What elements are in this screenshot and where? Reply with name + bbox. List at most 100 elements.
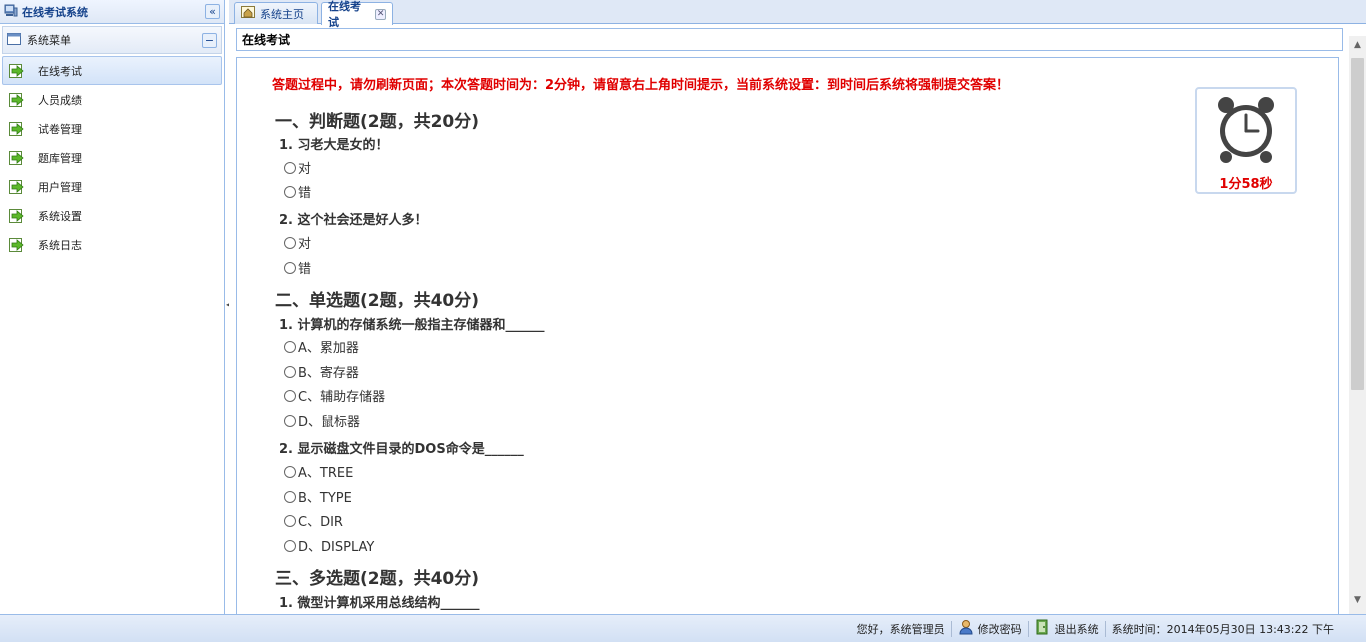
- divider: [950, 620, 952, 637]
- arrow-right-icon: [9, 92, 25, 107]
- question-text: 1. 计算机的存储系统一般指主存储器和______: [279, 318, 545, 333]
- answer-option[interactable]: B、TYPE: [284, 487, 352, 506]
- user-icon: [958, 619, 974, 638]
- exam-notice: 答题过程中，请勿刷新页面；本次答题时间为：2分钟，请留意右上角时间提示，当前系统…: [272, 78, 1010, 93]
- option-label: D、鼠标器: [298, 415, 361, 430]
- app-header: 在线考试系统 «: [0, 0, 224, 24]
- option-label: 对: [298, 162, 312, 177]
- question-text: 2. 显示磁盘文件目录的DOS命令是______: [279, 442, 524, 457]
- sidebar-item-label: 系统设置: [38, 209, 82, 223]
- arrow-right-icon: [9, 208, 25, 223]
- main-area: 系统主页 在线考试 ✕ 在线考试 答题过程中，请勿刷新页面；本次答题时间为：2分…: [229, 0, 1366, 614]
- double-chevron-left-icon: «: [209, 5, 216, 18]
- arrow-right-icon: [9, 237, 25, 252]
- system-time-label: 系统时间：: [1111, 622, 1167, 636]
- question-text: 2. 这个社会还是好人多！: [279, 213, 428, 228]
- timer-remaining: 1分58秒: [1219, 177, 1273, 192]
- sidebar: 在线考试系统 « 系统菜单 − 在线考试 人员成绩 试卷管理 题库管理 用户管理…: [0, 0, 225, 614]
- sidebar-item-system-log[interactable]: 系统日志: [2, 230, 222, 259]
- section-title: 二、单选题(2题，共40分): [275, 291, 480, 311]
- question-text: 1. 习老大是女的！: [279, 138, 389, 153]
- sidebar-menu: 在线考试 人员成绩 试卷管理 题库管理 用户管理 系统设置 系统日志: [0, 54, 224, 259]
- radio-button[interactable]: [284, 465, 296, 478]
- status-bar: 您好，系统管理员 修改密码 退出系统 系统时间： 2014年05月30日 13:…: [0, 614, 1366, 642]
- sidebar-item-label: 人员成绩: [38, 93, 82, 107]
- arrow-right-icon: [9, 150, 25, 165]
- option-label: B、TYPE: [298, 491, 352, 506]
- option-label: 错: [298, 186, 312, 201]
- app-logo-icon: [4, 3, 18, 20]
- option-label: 错: [298, 262, 312, 277]
- answer-option[interactable]: 错: [284, 258, 311, 277]
- sidebar-item-label: 在线考试: [38, 64, 82, 78]
- menu-panel-header[interactable]: 系统菜单 −: [2, 26, 222, 54]
- sidebar-item-label: 试卷管理: [38, 122, 82, 136]
- arrow-right-icon: [9, 121, 25, 136]
- exam-content: 答题过程中，请勿刷新页面；本次答题时间为：2分钟，请留意右上角时间提示，当前系统…: [236, 57, 1339, 614]
- radio-button[interactable]: [284, 389, 296, 402]
- option-label: B、寄存器: [298, 366, 359, 381]
- radio-button[interactable]: [284, 236, 296, 249]
- countdown-timer: 1分58秒: [1195, 87, 1297, 194]
- app-title: 在线考试系统: [22, 5, 88, 19]
- radio-button[interactable]: [284, 185, 296, 198]
- arrow-right-icon: [9, 179, 25, 194]
- scroll-down-icon[interactable]: ▼: [1349, 591, 1366, 608]
- sidebar-item-paper-management[interactable]: 试卷管理: [2, 114, 222, 143]
- collapse-menu-button[interactable]: −: [202, 32, 217, 48]
- radio-button[interactable]: [284, 161, 296, 174]
- tab-online-exam[interactable]: 在线考试 ✕: [321, 0, 393, 29]
- greeting-text: 您好，系统管理员: [856, 622, 945, 636]
- answer-option[interactable]: D、鼠标器: [284, 411, 360, 430]
- section-title: 三、多选题(2题，共40分): [275, 569, 480, 589]
- question-text: 1. 微型计算机采用总线结构______: [279, 596, 480, 611]
- alarm-clock-icon: [1214, 95, 1278, 168]
- minus-icon: −: [204, 33, 215, 47]
- system-time: 系统时间： 2014年05月30日 13:43:22 下午: [1112, 621, 1334, 637]
- divider: [1027, 620, 1029, 637]
- home-icon: [241, 6, 255, 21]
- close-tab-button[interactable]: ✕: [375, 8, 386, 20]
- radio-button[interactable]: [284, 514, 296, 527]
- logout-label: 退出系统: [1054, 622, 1099, 636]
- panel-title: 在线考试: [236, 28, 1343, 51]
- sidebar-item-system-settings[interactable]: 系统设置: [2, 201, 222, 230]
- tab-label: 在线考试: [328, 0, 361, 29]
- tab-home[interactable]: 系统主页: [234, 2, 318, 24]
- radio-button[interactable]: [284, 414, 296, 427]
- sidebar-item-online-exam[interactable]: 在线考试: [2, 56, 222, 85]
- close-icon: ✕: [376, 9, 385, 19]
- sidebar-item-label: 题库管理: [38, 151, 82, 165]
- answer-option[interactable]: 对: [284, 233, 311, 252]
- vertical-scrollbar[interactable]: ▲ ▼: [1349, 36, 1366, 614]
- sidebar-item-scores[interactable]: 人员成绩: [2, 85, 222, 114]
- option-label: 对: [298, 237, 312, 252]
- answer-option[interactable]: 错: [284, 182, 311, 201]
- scroll-up-icon[interactable]: ▲: [1349, 36, 1366, 53]
- answer-option[interactable]: C、DIR: [284, 511, 343, 530]
- radio-button[interactable]: [284, 365, 296, 378]
- answer-option[interactable]: D、DISPLAY: [284, 536, 374, 555]
- radio-button[interactable]: [284, 539, 296, 552]
- menu-panel-title: 系统菜单: [27, 34, 71, 47]
- tab-label: 系统主页: [260, 7, 304, 21]
- answer-option[interactable]: A、累加器: [284, 337, 359, 356]
- answer-option[interactable]: C、辅助存储器: [284, 386, 385, 405]
- answer-option[interactable]: B、寄存器: [284, 362, 359, 381]
- radio-button[interactable]: [284, 261, 296, 274]
- answer-option[interactable]: 对: [284, 158, 311, 177]
- scrollbar-thumb[interactable]: [1351, 58, 1364, 390]
- collapse-sidebar-button[interactable]: «: [205, 4, 220, 19]
- radio-button[interactable]: [284, 490, 296, 503]
- option-label: A、TREE: [298, 466, 354, 481]
- exit-door-icon: [1035, 619, 1051, 638]
- sidebar-item-question-bank[interactable]: 题库管理: [2, 143, 222, 172]
- logout-link[interactable]: 退出系统: [1035, 619, 1099, 638]
- divider: [1104, 620, 1106, 637]
- answer-option[interactable]: A、TREE: [284, 462, 353, 481]
- sidebar-item-label: 用户管理: [38, 180, 82, 194]
- sidebar-item-user-management[interactable]: 用户管理: [2, 172, 222, 201]
- radio-button[interactable]: [284, 340, 296, 353]
- option-label: C、DIR: [298, 515, 343, 530]
- change-password-link[interactable]: 修改密码: [958, 619, 1022, 638]
